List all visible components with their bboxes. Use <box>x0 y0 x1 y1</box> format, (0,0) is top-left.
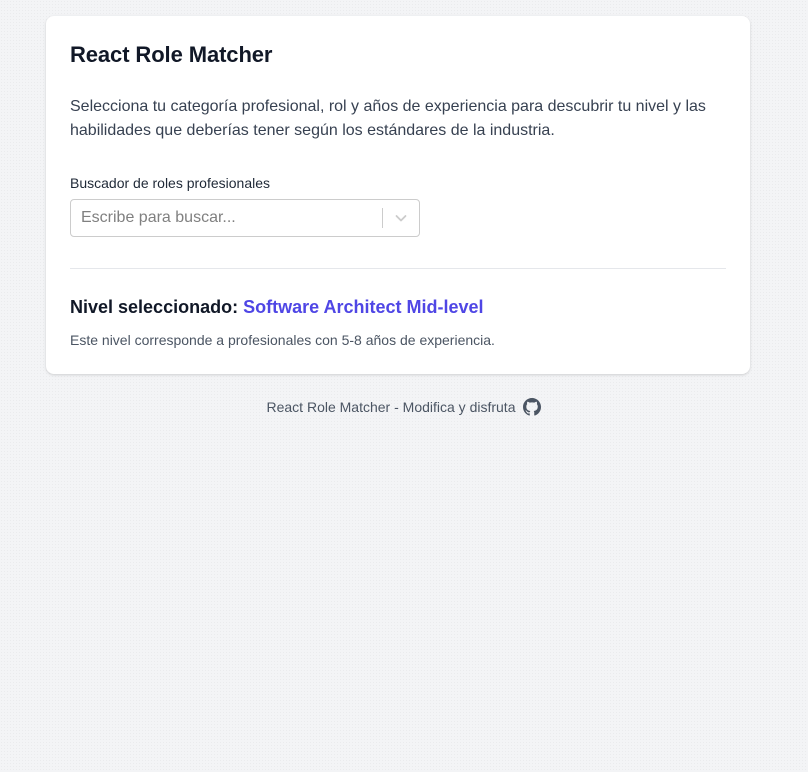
page-title: React Role Matcher <box>70 42 273 67</box>
role-matcher-card: React Role Matcher Selecciona tu categor… <box>46 16 750 374</box>
search-label: Buscador de roles profesionales <box>70 175 271 191</box>
github-icon[interactable] <box>523 398 542 416</box>
selected-level-value: Software Architect Mid-level <box>243 297 484 317</box>
level-note: Este nivel corresponde a profesionales c… <box>70 332 495 348</box>
selected-level: Nivel seleccionado: Software Architect M… <box>70 297 483 318</box>
footer: React Role Matcher - Modifica y disfruta <box>0 398 808 416</box>
selected-level-prefix: Nivel seleccionado: <box>70 297 239 317</box>
chevron-down-icon[interactable] <box>383 200 419 236</box>
footer-text: React Role Matcher - Modifica y disfruta <box>266 399 516 415</box>
role-search-input[interactable] <box>71 200 382 236</box>
section-divider <box>70 268 726 269</box>
app-description: Selecciona tu categoría profesional, rol… <box>70 98 706 139</box>
role-search-select[interactable] <box>70 199 420 237</box>
